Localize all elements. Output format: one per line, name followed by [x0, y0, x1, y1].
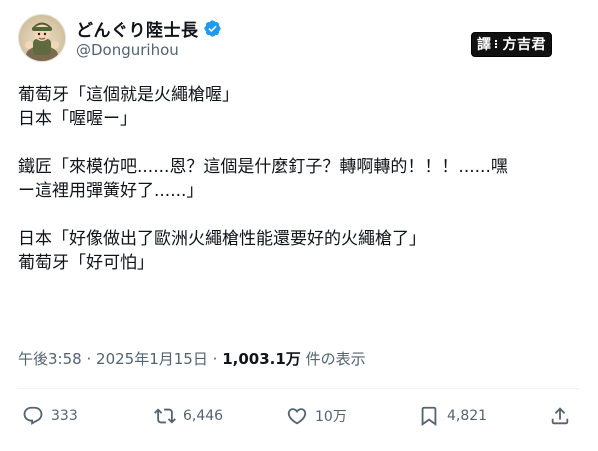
bookmark-count: 4,821 [447, 408, 488, 424]
tweet-line: 鐵匠「來模仿吧......恩？這個是什麼釘子？轉啊轉的！！！......嘿 [18, 157, 508, 177]
tweet-line: 日本「喔喔ー」 [18, 109, 137, 129]
tweet-date[interactable]: 2025年1月15日 [96, 350, 208, 368]
action-bar: 333 6,446 10万 4,821 [22, 405, 578, 439]
watermark-right: 方吉君 [502, 37, 546, 53]
tweet-line: ー這裡用彈簧好了......」 [18, 181, 204, 201]
tweet-line: 葡萄牙「好可怕」 [18, 253, 154, 273]
reply-button[interactable]: 333 [22, 405, 78, 427]
watermark-separator [494, 40, 500, 48]
tweet-header: どんぐり陸士長 @Donguri­hou 譯 方吉君 [18, 14, 580, 64]
share-button[interactable] [549, 405, 571, 427]
like-count: 10万 [315, 409, 347, 425]
divider [18, 388, 580, 389]
avatar[interactable] [18, 14, 66, 62]
bookmark-button[interactable]: 4,821 [418, 405, 487, 427]
view-count-label: 件の表示 [305, 350, 366, 368]
verified-badge-icon[interactable] [203, 19, 222, 38]
like-icon [287, 408, 307, 425]
meta-separator: · [212, 350, 218, 368]
retweet-count: 6,446 [183, 408, 224, 424]
share-icon [551, 407, 569, 425]
like-button[interactable]: 10万 [286, 405, 347, 427]
retweet-button[interactable]: 6,446 [154, 405, 223, 427]
translator-watermark: 譯 方吉君 [471, 32, 552, 57]
reply-icon [23, 406, 43, 425]
author-display-name[interactable]: どんぐり陸士長 [76, 16, 199, 41]
tweet-meta: 午後3:58 · 2025年1月15日 · 1,003.1万 件の表示 [18, 348, 366, 369]
reply-count: 333 [51, 408, 78, 424]
watermark-left: 譯 [477, 37, 492, 53]
author-name-row: どんぐり陸士長 [76, 16, 222, 41]
retweet-icon [154, 408, 176, 424]
author-handle[interactable]: @Donguri­hou [76, 41, 179, 59]
bookmark-icon [421, 406, 437, 427]
tweet-text: 葡萄牙「這個就是火繩槍喔」 日本「喔喔ー」 鐵匠「來模仿吧......恩？這個是… [18, 84, 583, 276]
tweet-line: 葡萄牙「這個就是火繩槍喔」 [18, 85, 239, 105]
view-count: 1,003.1万 [222, 350, 301, 368]
tweet-time[interactable]: 午後3:58 [18, 350, 82, 368]
meta-separator: · [86, 350, 92, 368]
tweet-line: 日本「好像做出了歐洲火繩槍性能還要好的火繩槍了」 [18, 229, 426, 249]
avatar-soldier-icon [25, 22, 59, 61]
